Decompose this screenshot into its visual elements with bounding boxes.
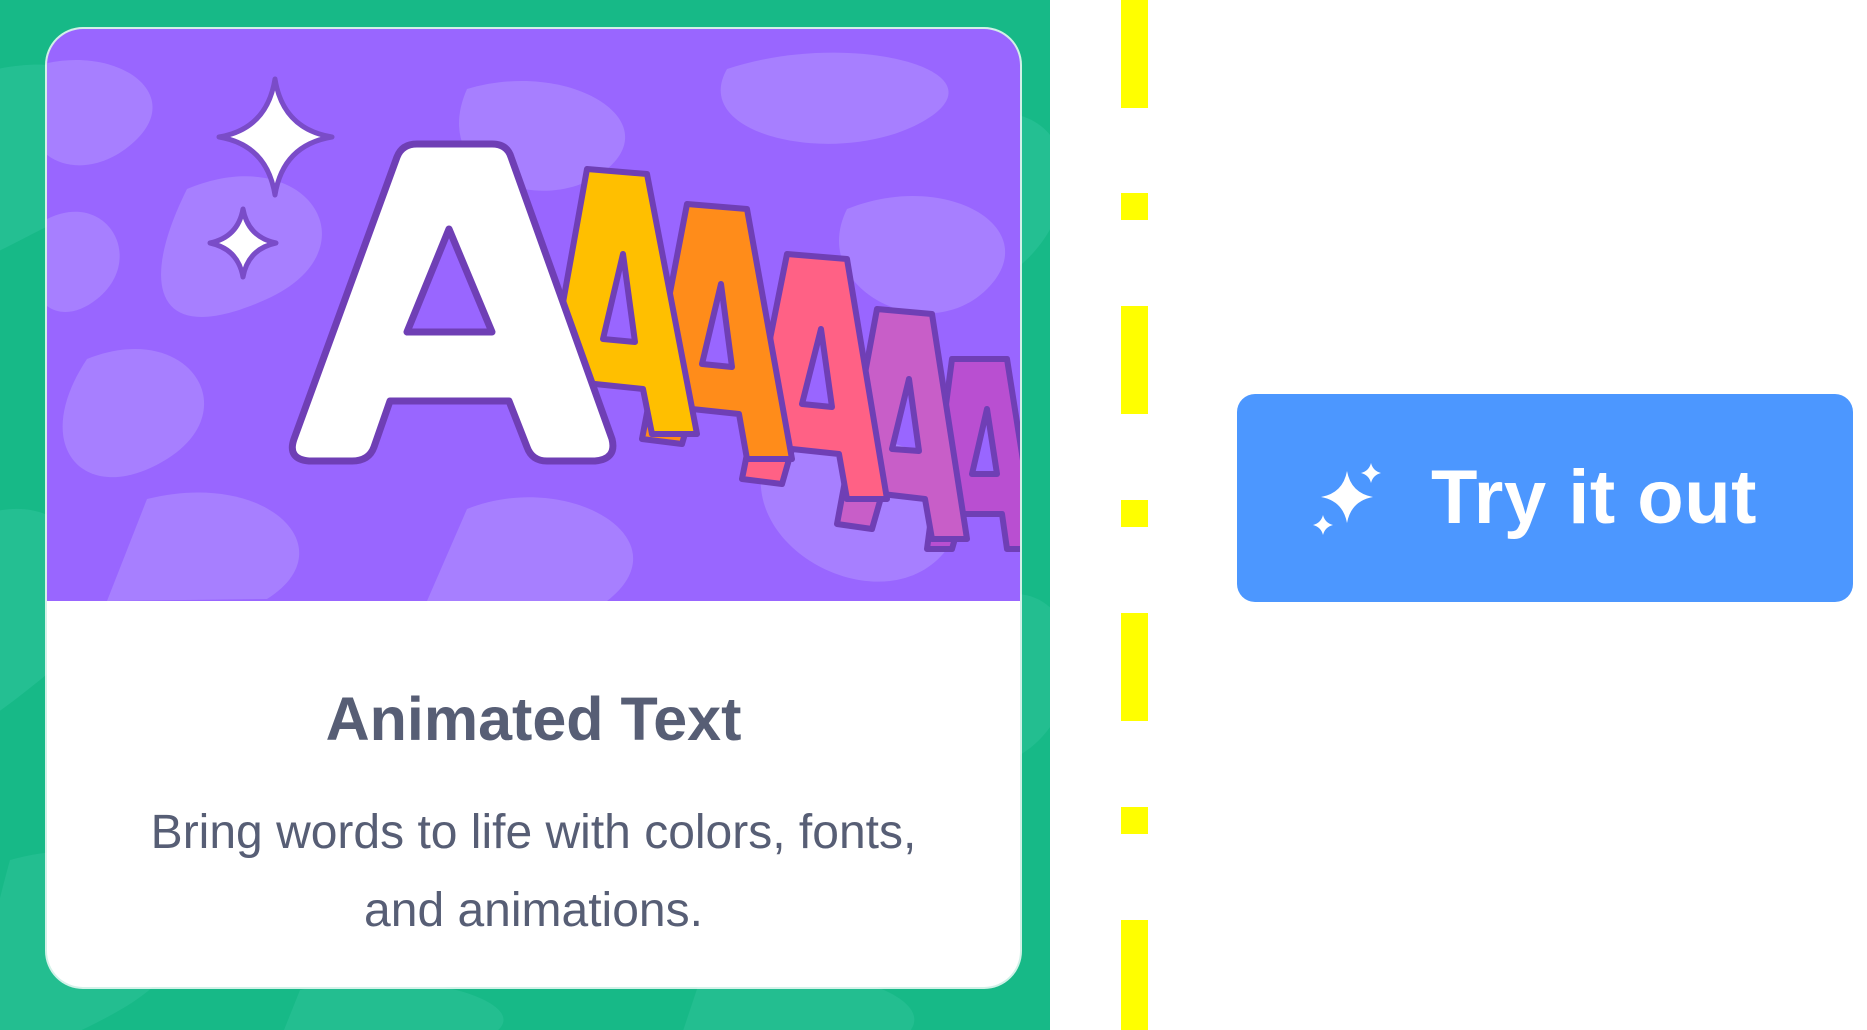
sparkles-icon xyxy=(1313,461,1387,535)
card-image xyxy=(47,29,1020,601)
try-it-out-label: Try it out xyxy=(1431,455,1757,540)
try-it-out-button[interactable]: Try it out xyxy=(1237,394,1853,602)
card-title: Animated Text xyxy=(325,685,742,753)
tutorial-panel: Animated Text Bring words to life with c… xyxy=(0,0,1050,1030)
card-description: Bring words to life with colors, fonts, … xyxy=(150,806,917,937)
tutorial-card[interactable]: Animated Text Bring words to life with c… xyxy=(47,29,1020,987)
tutorial-stage: Animated Text Bring words to life with c… xyxy=(0,0,1867,1030)
animated-letters-illustration xyxy=(47,29,1020,601)
dashed-divider xyxy=(1121,0,1148,1030)
